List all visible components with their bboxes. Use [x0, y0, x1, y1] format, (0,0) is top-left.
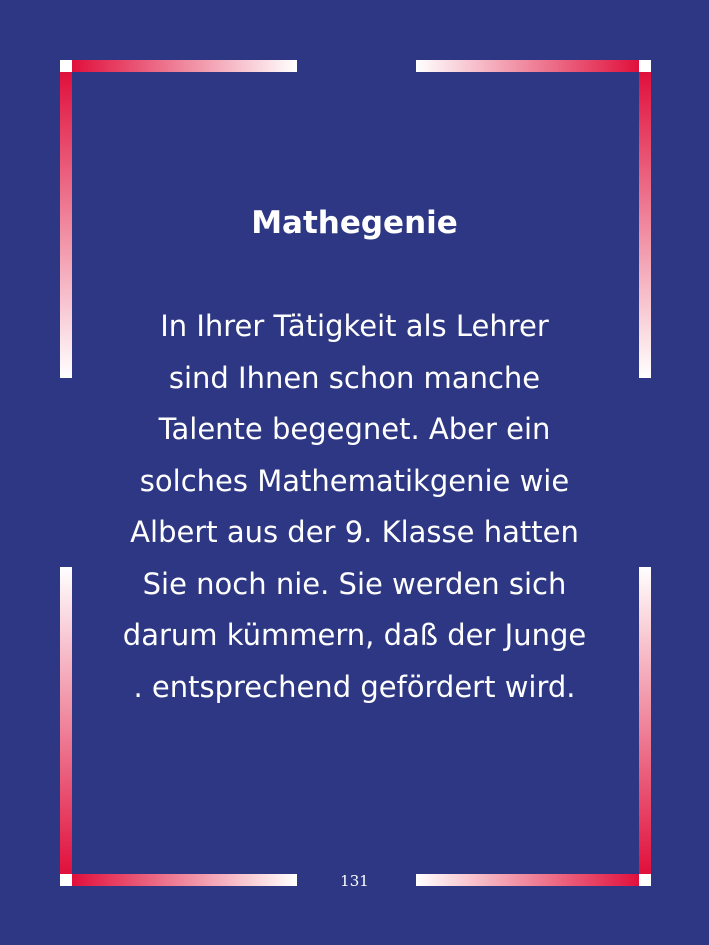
frame-bottom-right-vertical [639, 567, 651, 874]
card-body-text: In Ihrer Tätigkeit als Lehrer sind Ihnen… [70, 301, 639, 713]
body-line: sind Ihnen schon manche [168, 360, 541, 395]
card: Mathegenie In Ihrer Tätigkeit als Lehrer… [0, 0, 709, 945]
body-line: . entsprechend gefördert wird. [133, 669, 576, 704]
body-line: Albert aus der 9. Klasse hatten [130, 515, 579, 549]
page-number: 131 [340, 872, 369, 890]
frame-top-right-horizontal [416, 60, 639, 72]
body-line: solches Mathematikgenie wie [139, 463, 570, 498]
body-line: Sie noch nie. Sie werden sich [142, 566, 567, 601]
body-line: darum kümmern, daß der Junge [122, 618, 587, 652]
body-line: Talente begegnet. Aber ein [158, 412, 551, 446]
frame-corner-top-left [60, 60, 72, 72]
card-title: Mathegenie [251, 205, 458, 241]
body-line: In Ihrer Tätigkeit als Lehrer [160, 309, 549, 343]
frame-corner-top-right [639, 60, 651, 72]
frame-top-left-horizontal [72, 60, 297, 72]
